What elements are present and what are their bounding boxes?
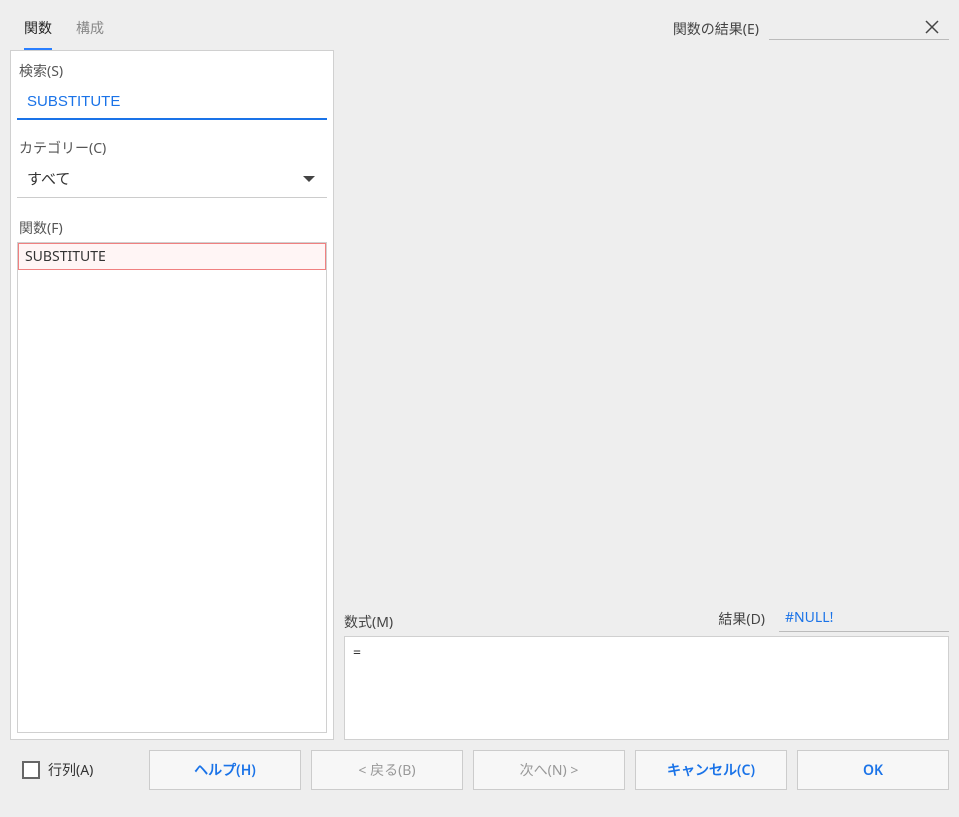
category-label: カテゴリー(C) bbox=[17, 138, 327, 158]
rowcol-label: 行列(A) bbox=[48, 760, 93, 780]
next-button: 次へ(N) > bbox=[473, 750, 625, 790]
close-icon bbox=[923, 18, 941, 36]
chevron-down-icon bbox=[303, 176, 315, 182]
help-button[interactable]: ヘルプ(H) bbox=[149, 750, 301, 790]
rowcol-checkbox[interactable]: 行列(A) bbox=[22, 760, 93, 780]
back-button: < 戻る(B) bbox=[311, 750, 463, 790]
close-button[interactable] bbox=[923, 18, 941, 41]
function-list[interactable]: SUBSTITUTE bbox=[17, 242, 327, 733]
result-d-label: 結果(D) bbox=[718, 609, 765, 629]
formula-input[interactable]: = bbox=[344, 636, 949, 740]
category-value: すべて bbox=[27, 168, 70, 189]
formula-label: 数式(M) bbox=[344, 612, 393, 632]
search-input[interactable] bbox=[17, 85, 327, 120]
ok-button[interactable]: OK bbox=[797, 750, 949, 790]
category-dropdown[interactable]: すべて bbox=[17, 162, 327, 198]
tab-structure[interactable]: 構成 bbox=[76, 10, 104, 50]
function-result-value bbox=[769, 18, 949, 40]
function-list-label: 関数(F) bbox=[17, 218, 327, 238]
function-item[interactable]: SUBSTITUTE bbox=[18, 243, 326, 270]
result-d-value: #NULL! bbox=[785, 608, 833, 627]
checkbox-icon bbox=[22, 761, 40, 779]
search-label: 検索(S) bbox=[17, 61, 327, 81]
function-result-label: 関数の結果(E) bbox=[673, 19, 759, 39]
cancel-button[interactable]: キャンセル(C) bbox=[635, 750, 787, 790]
tab-functions[interactable]: 関数 bbox=[24, 10, 52, 51]
